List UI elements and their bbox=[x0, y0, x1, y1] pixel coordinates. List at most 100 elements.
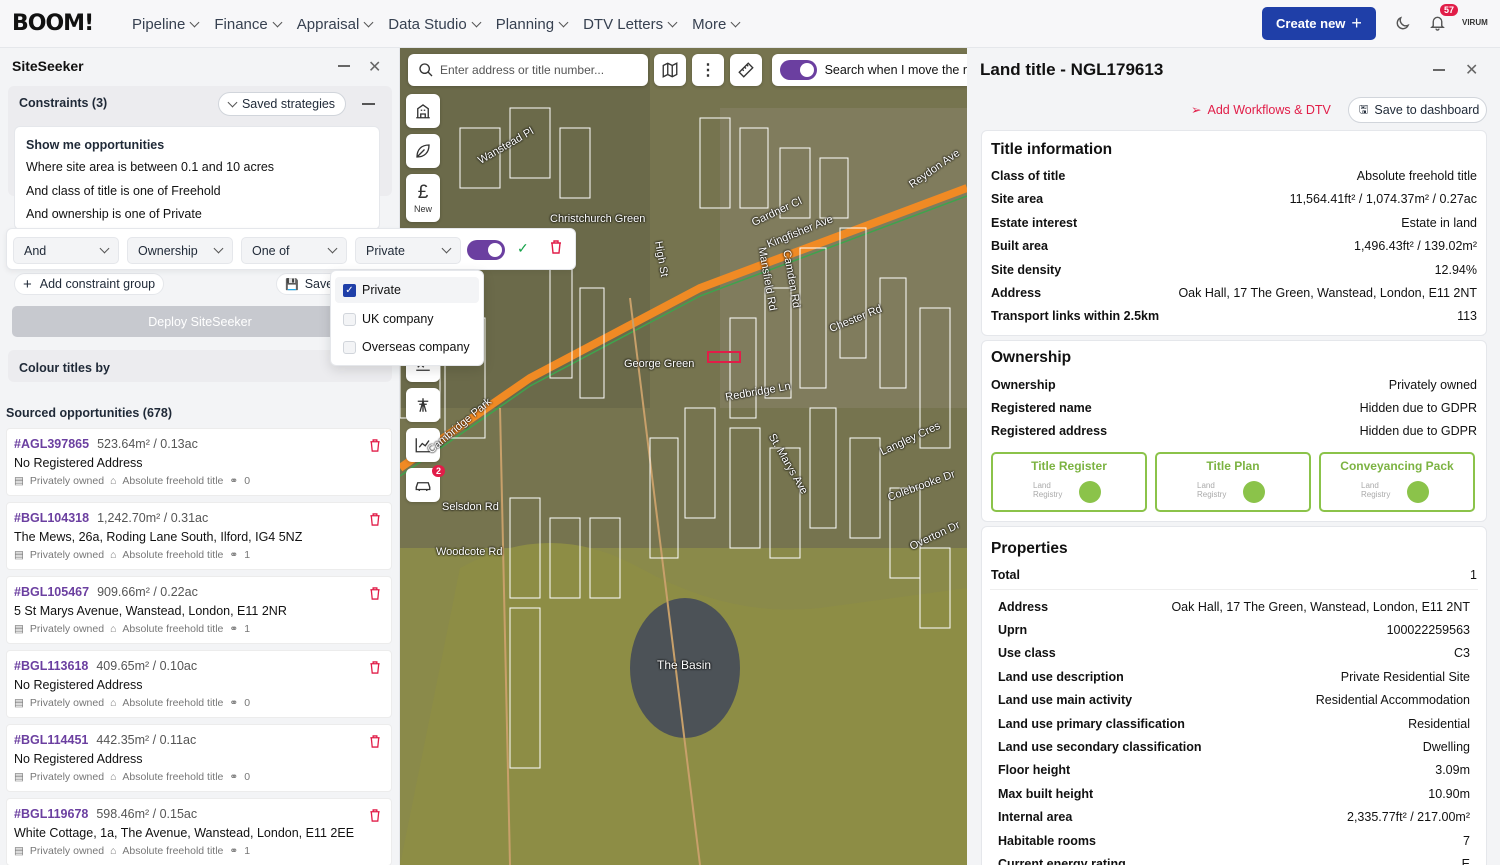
price-tool[interactable]: £ New bbox=[406, 174, 440, 222]
item-address: White Cottage, 1a, The Avenue, Wanstead,… bbox=[14, 826, 355, 840]
list-item[interactable]: #BGL119678 598.46m² / 0.15ac White Cottag… bbox=[6, 798, 392, 865]
list-item[interactable]: #BGL113618 409.65m² / 0.10ac No Registere… bbox=[6, 650, 392, 718]
user-avatar[interactable]: VIRUM bbox=[1462, 18, 1488, 27]
draw-tool[interactable] bbox=[406, 134, 440, 168]
measure-button[interactable] bbox=[730, 54, 762, 86]
nav-more-label: More bbox=[692, 15, 727, 33]
item-area: 598.46m² / 0.15ac bbox=[96, 807, 198, 821]
land-registry-logo-icon bbox=[1407, 481, 1429, 503]
nav-dtv-letters[interactable]: DTV Letters bbox=[579, 16, 680, 33]
deploy-label: Deploy SiteSeeker bbox=[148, 314, 252, 329]
save-dashboard-button[interactable]: 🖫 Save to dashboard bbox=[1348, 97, 1487, 123]
delete-icon[interactable] bbox=[369, 735, 381, 748]
minimize-icon[interactable] bbox=[1433, 69, 1445, 71]
link-icon: ⚭ bbox=[229, 771, 239, 783]
main-menu: Pipeline Finance Appraisal Data Studio P… bbox=[128, 0, 745, 48]
close-icon[interactable]: ✕ bbox=[1465, 60, 1478, 80]
constraints-label[interactable]: Constraints (3) bbox=[19, 96, 107, 110]
saved-strategies-button[interactable]: Saved strategies bbox=[218, 92, 346, 116]
condition-site-area[interactable]: Where site area is between 0.1 and 10 ac… bbox=[26, 160, 274, 174]
row-value: Private Residential Site bbox=[1340, 670, 1470, 684]
link-icon: ⚭ bbox=[229, 475, 239, 487]
map-view[interactable]: Enter address or title number... ⋮ Searc… bbox=[400, 48, 967, 865]
list-item[interactable]: #AGL397865 523.64m² / 0.13ac No Registere… bbox=[6, 428, 392, 496]
add-constraint-group-button[interactable]: + Add constraint group bbox=[14, 273, 164, 295]
link-icon: ⚭ bbox=[229, 697, 239, 709]
item-area: 409.65m² / 0.10ac bbox=[96, 659, 198, 673]
list-item[interactable]: #BGL104318 1,242.70m² / 0.31ac The Mews, … bbox=[6, 502, 392, 570]
row-key: Address bbox=[998, 600, 1049, 614]
nav-planning[interactable]: Planning bbox=[492, 16, 571, 33]
constraint-toggle[interactable] bbox=[467, 240, 505, 260]
create-new-button[interactable]: Create new + bbox=[1262, 7, 1376, 40]
item-id[interactable]: #BGL105467 bbox=[14, 585, 89, 599]
checkbox-icon[interactable] bbox=[343, 340, 356, 354]
item-id[interactable]: #BGL104318 bbox=[14, 511, 89, 525]
delete-icon[interactable] bbox=[550, 240, 562, 257]
address-search-bar[interactable]: Enter address or title number... bbox=[408, 54, 648, 86]
collapse-icon[interactable] bbox=[362, 103, 375, 105]
delete-icon[interactable] bbox=[369, 439, 381, 452]
minimize-icon[interactable] bbox=[338, 65, 350, 67]
checkbox-icon[interactable] bbox=[343, 312, 356, 326]
condition-title-class[interactable]: And class of title is one of Freehold bbox=[26, 184, 221, 198]
row-key: Habitable rooms bbox=[998, 834, 1096, 848]
search-on-move-control[interactable]: Search when I move the r bbox=[772, 54, 967, 86]
home-icon: ⌂ bbox=[110, 697, 117, 709]
doc-label: Conveyancing Pack bbox=[1340, 459, 1454, 473]
item-id[interactable]: #BGL114451 bbox=[14, 733, 88, 747]
option-uk-company[interactable]: UK company bbox=[343, 312, 434, 326]
dark-mode-icon[interactable] bbox=[1392, 13, 1412, 33]
option-private[interactable]: ✓ Private bbox=[343, 283, 401, 297]
row-key: Estate interest bbox=[991, 216, 1078, 230]
map-layers-button[interactable] bbox=[654, 54, 686, 86]
search-on-move-toggle[interactable] bbox=[780, 60, 817, 80]
value-select[interactable]: Private bbox=[355, 237, 461, 264]
info-row: Transport links within 2.5km 113 bbox=[991, 309, 1477, 323]
conveyancing-pack-button[interactable]: Conveyancing Pack Land Registry bbox=[1319, 452, 1475, 512]
checkbox-checked-icon[interactable]: ✓ bbox=[343, 283, 356, 297]
check-icon[interactable]: ✓ bbox=[517, 240, 529, 257]
list-item[interactable]: #BGL105467 909.66m² / 0.22ac 5 St Marys A… bbox=[6, 576, 392, 644]
close-icon[interactable]: ✕ bbox=[368, 57, 381, 77]
delete-icon[interactable] bbox=[369, 809, 381, 822]
row-value: 3.09m bbox=[1435, 763, 1470, 777]
nav-pipeline[interactable]: Pipeline bbox=[128, 16, 202, 33]
condition-text: And ownership is one of Private bbox=[26, 207, 202, 221]
owner-icon: ▤ bbox=[14, 475, 24, 487]
item-id[interactable]: #AGL397865 bbox=[14, 437, 89, 451]
conjunction-select[interactable]: And bbox=[13, 237, 119, 264]
add-workflows-button[interactable]: ➢ Add Workflows & DTV bbox=[1191, 102, 1331, 118]
item-id[interactable]: #BGL119678 bbox=[14, 807, 88, 821]
condition-text: And class of title is one of Freehold bbox=[26, 184, 221, 198]
row-value: 100022259563 bbox=[1386, 623, 1470, 637]
chevron-down-icon bbox=[227, 97, 238, 107]
condition-ownership[interactable]: And ownership is one of Private bbox=[26, 207, 202, 221]
delete-icon[interactable] bbox=[369, 587, 381, 600]
properties-total-row: Total 1 bbox=[991, 568, 1477, 582]
list-item[interactable]: #BGL114451 442.35m² / 0.11ac No Registere… bbox=[6, 724, 392, 792]
nav-appraisal[interactable]: Appraisal bbox=[293, 16, 377, 33]
option-overseas-company[interactable]: Overseas company bbox=[343, 340, 470, 354]
ownership-row: Ownership Privately owned bbox=[991, 378, 1477, 392]
building-tool[interactable] bbox=[406, 94, 440, 128]
transmission-tool[interactable] bbox=[406, 388, 440, 422]
delete-icon[interactable] bbox=[369, 661, 381, 674]
field-select[interactable]: Ownership bbox=[127, 237, 233, 264]
row-value: Oak Hall, 17 The Green, Wanstead, London… bbox=[1178, 286, 1477, 300]
property-row: Current energy rating E bbox=[998, 857, 1470, 865]
nav-data-studio[interactable]: Data Studio bbox=[384, 16, 483, 33]
title-plan-button[interactable]: Title Plan Land Registry bbox=[1155, 452, 1311, 512]
doc-label: Title Plan bbox=[1206, 459, 1260, 473]
more-options-button[interactable]: ⋮ bbox=[692, 54, 724, 86]
app-logo[interactable]: BOOM! bbox=[12, 11, 94, 36]
delete-icon[interactable] bbox=[369, 513, 381, 526]
operator-select[interactable]: One of bbox=[241, 237, 347, 264]
item-id[interactable]: #BGL113618 bbox=[14, 659, 88, 673]
title-register-button[interactable]: Title Register Land Registry bbox=[991, 452, 1147, 512]
row-key: Uprn bbox=[998, 623, 1028, 637]
nav-more[interactable]: More bbox=[688, 16, 743, 33]
nav-finance[interactable]: Finance bbox=[210, 16, 284, 33]
row-key: Land use primary classification bbox=[998, 717, 1185, 731]
row-value: Estate in land bbox=[1401, 216, 1477, 230]
